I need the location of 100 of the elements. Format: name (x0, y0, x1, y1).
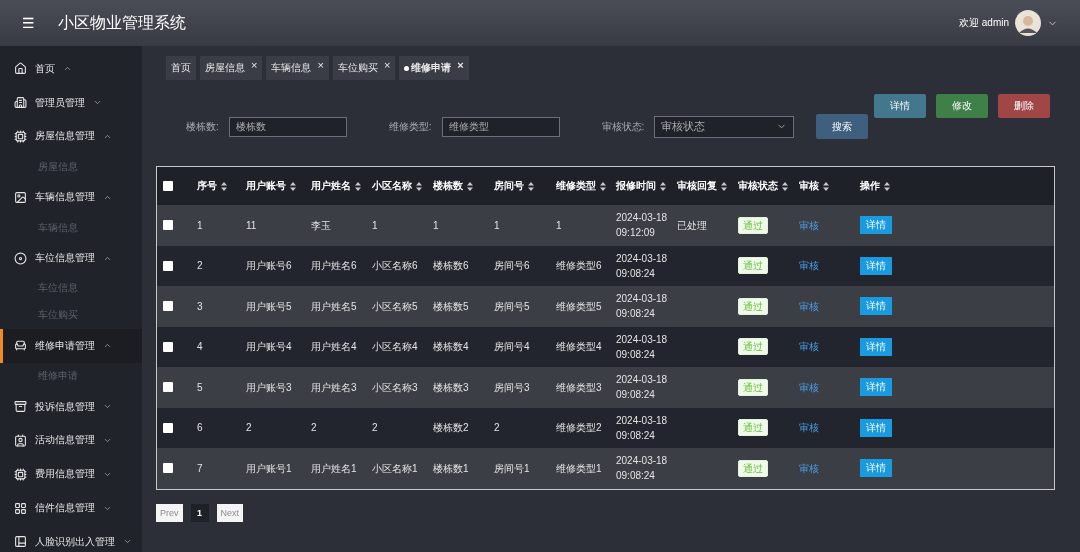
checkbox[interactable] (163, 301, 173, 312)
review-link[interactable]: 审核 (799, 219, 819, 231)
review-link[interactable]: 审核 (799, 422, 819, 434)
table-cell-text: 楼栋数4 (432, 340, 470, 355)
status-badge: 通过 (738, 216, 768, 234)
sort-icon[interactable] (528, 181, 534, 191)
menu-button[interactable]: ☰ (22, 15, 58, 31)
sort-icon[interactable] (823, 181, 829, 191)
column-header[interactable]: 楼栋数 (427, 179, 488, 193)
action-button[interactable]: 修改 (936, 94, 988, 118)
sort-icon[interactable] (416, 181, 422, 191)
action-button[interactable]: 详情 (874, 94, 926, 118)
tab[interactable]: 车位购买 × (332, 56, 396, 80)
search-field[interactable]: 维修类型 (441, 116, 560, 137)
sidebar-item[interactable]: 人脸识别出入管理 (0, 524, 142, 552)
review-link[interactable]: 审核 (799, 381, 819, 393)
review-link[interactable]: 审核 (799, 462, 819, 474)
checkbox[interactable] (163, 220, 173, 231)
column-header[interactable]: 审核状态 (732, 179, 793, 193)
status-badge: 通过 (738, 419, 768, 437)
table-cell-text: 房间号3 (493, 380, 531, 395)
sidebar-item[interactable]: 维修申请管理 (0, 329, 142, 363)
tab[interactable]: 首页 (166, 56, 196, 80)
sidebar-item[interactable]: 投诉信息管理 (0, 389, 142, 424)
chip-icon (14, 130, 27, 143)
close-icon[interactable]: × (457, 61, 464, 69)
sort-icon[interactable] (600, 181, 606, 191)
checkbox[interactable] (163, 463, 173, 474)
status-badge: 通过 (738, 297, 768, 315)
status-select[interactable]: 审核状态 (654, 115, 795, 138)
chevron-icon (103, 132, 112, 141)
sort-icon[interactable] (467, 181, 473, 191)
table-cell-text: 房间号6 (493, 259, 531, 274)
table-cell-text: 楼栋数1 (432, 461, 470, 476)
tab[interactable]: 车辆信息 × (266, 56, 329, 80)
checkbox[interactable] (163, 382, 173, 393)
sidebar-item[interactable]: 房屋信息管理 (0, 119, 142, 154)
table-cell-text: 1 (493, 218, 501, 233)
table-cell-text: 用户账号5 (245, 299, 293, 314)
sidebar-item[interactable]: 车位信息管理 (0, 241, 142, 275)
close-icon[interactable]: × (251, 61, 258, 69)
table-cell-text: 楼栋数2 (432, 421, 470, 436)
review-link[interactable]: 审核 (799, 260, 819, 272)
status-badge: 通过 (738, 257, 768, 275)
review-link[interactable]: 审核 (799, 300, 819, 312)
status-badge: 通过 (738, 338, 768, 356)
sort-icon[interactable] (782, 181, 788, 191)
field-label: 楼栋数: (186, 119, 219, 134)
sidebar-item[interactable]: 首页 (0, 52, 142, 86)
tab[interactable]: 房屋信息 × (200, 56, 263, 80)
sidebar-item[interactable]: 车辆信息管理 (0, 180, 142, 215)
tab[interactable]: 维修申请 × (399, 56, 469, 80)
checkbox[interactable] (163, 260, 173, 271)
sidebar-item[interactable]: 信件信息管理 (0, 491, 142, 525)
action-button[interactable]: 删除 (998, 94, 1050, 118)
close-icon[interactable]: × (317, 61, 324, 69)
page-button[interactable]: 1 (190, 503, 209, 522)
table-cell-text: 2 (196, 259, 204, 274)
seat-icon (14, 339, 27, 353)
chip-icon (14, 467, 27, 481)
sort-icon[interactable] (355, 181, 361, 191)
sidebar-item[interactable]: 活动信息管理 (0, 423, 142, 458)
avatar-icon[interactable] (1015, 10, 1041, 36)
table-cell-text: 2024-03-18 09:08:24 (615, 251, 669, 281)
sidebar-item[interactable]: 费用信息管理 (0, 457, 142, 492)
sort-icon[interactable] (884, 181, 890, 191)
column-header[interactable]: 房间号 (488, 179, 550, 193)
column-header[interactable]: 序号 (191, 179, 240, 193)
table-cell-text: 用户姓名6 (310, 259, 358, 274)
search-field[interactable]: 楼栋数 (228, 116, 347, 137)
table-cell-text: 用户姓名5 (310, 299, 358, 314)
column-header[interactable]: 审核 (793, 179, 854, 193)
column-header[interactable]: 维修类型 (550, 179, 610, 193)
table-cell-text: 2024-03-18 09:08:24 (615, 292, 669, 322)
table-cell-text: 用户姓名4 (310, 340, 358, 355)
column-header[interactable]: 操作 (854, 179, 1054, 193)
sort-icon[interactable] (660, 181, 666, 191)
sort-icon[interactable] (721, 181, 727, 191)
column-header[interactable]: 小区名称 (366, 179, 427, 193)
archive-icon (14, 400, 27, 414)
table-cell-text: 维修类型6 (555, 259, 603, 274)
close-icon[interactable]: × (383, 61, 391, 69)
table-cell-text: 2024-03-18 09:08:24 (615, 454, 669, 484)
table-cell-text: 2 (493, 421, 501, 436)
table-cell-text: 小区名称5 (371, 299, 419, 314)
checkbox[interactable] (163, 181, 173, 191)
column-header[interactable]: 审核回复 (671, 179, 732, 193)
sidebar-item[interactable]: 管理员管理 (0, 85, 142, 120)
checkbox[interactable] (163, 422, 173, 433)
column-header[interactable]: 报修时间 (610, 179, 671, 193)
column-header[interactable]: 用户账号 (240, 179, 305, 193)
search-button[interactable]: 搜索 (816, 114, 869, 139)
sort-icon[interactable] (221, 181, 227, 191)
sort-icon[interactable] (290, 181, 296, 191)
table-cell-text: 用户账号6 (245, 259, 293, 274)
column-header[interactable]: 用户姓名 (305, 179, 366, 193)
review-link[interactable]: 审核 (799, 341, 819, 353)
checkbox[interactable] (163, 341, 173, 352)
table-cell-text: 楼栋数6 (432, 259, 470, 274)
table-cell-text: 2024-03-18 09:08:24 (615, 373, 669, 403)
